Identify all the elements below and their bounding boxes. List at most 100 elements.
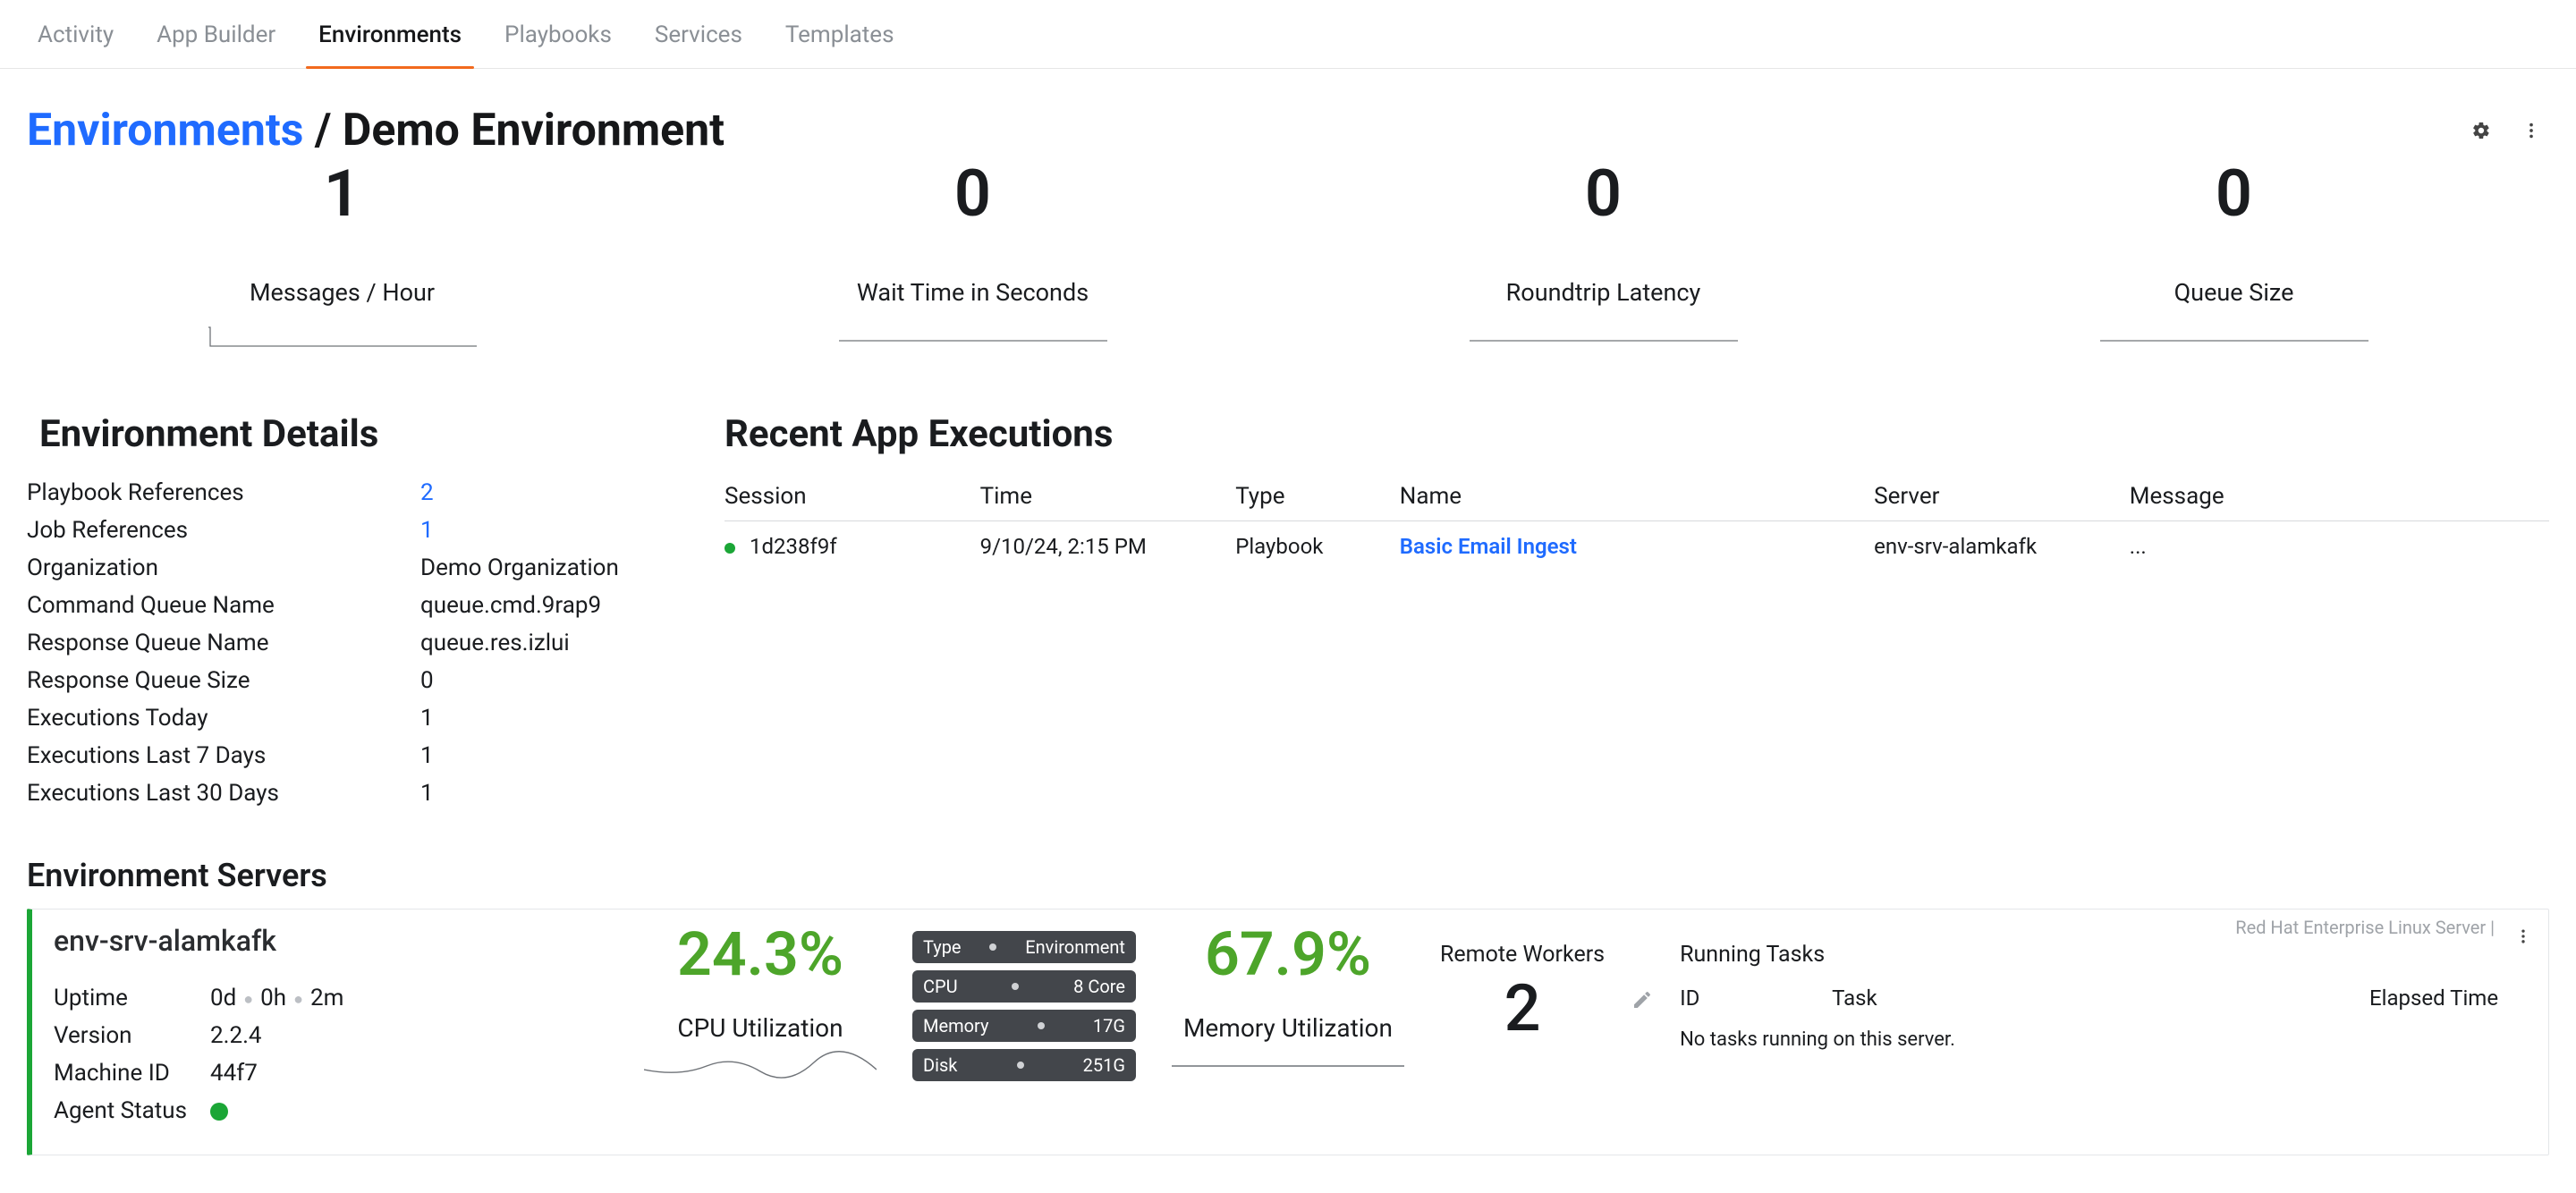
exec-col-header: Message (2130, 474, 2549, 521)
metric-sparkline (1470, 323, 1738, 350)
tab-templates[interactable]: Templates (764, 0, 916, 68)
detail-value: Demo Organization (420, 554, 619, 581)
detail-row: Executions Last 30 Days1 (27, 774, 689, 812)
exec-col-header: Session (724, 474, 980, 521)
metric-sparkline (2100, 323, 2368, 350)
uptime-hours: 0h (260, 985, 286, 1011)
detail-key: Response Queue Size (27, 667, 420, 694)
exec-row[interactable]: 1d238f9f9/10/24, 2:15 PMPlaybookBasic Em… (724, 521, 2549, 560)
detail-key: Job References (27, 517, 420, 544)
exec-server: env-srv-alamkafk (1874, 521, 2130, 560)
pill-dot-icon (1012, 983, 1019, 990)
server-agent-status-value (210, 1097, 228, 1124)
pill-value: 8 Core (1073, 976, 1125, 997)
cpu-utilization-value: 24.3% (644, 924, 877, 1013)
exec-name-link[interactable]: Basic Email Ingest (1400, 521, 1874, 560)
server-uptime-row: Uptime 0d●0h●2m (54, 979, 608, 1017)
tasks-col-elapsed: Elapsed Time (2369, 986, 2530, 1011)
exec-col-header: Time (980, 474, 1236, 521)
metric-value: 1 (27, 162, 657, 226)
environment-details: Environment Details Playbook References2… (27, 412, 689, 812)
recent-executions: Recent App Executions SessionTimeTypeNam… (724, 412, 2549, 812)
detail-key: Executions Last 30 Days (27, 780, 420, 807)
detail-row: Job References1 (27, 512, 689, 549)
exec-col-header: Server (1874, 474, 2130, 521)
metric-label: Queue Size (1919, 278, 2549, 307)
kebab-menu-icon[interactable] (2519, 118, 2544, 143)
pill-value: 251G (1083, 1054, 1125, 1076)
metric-value: 0 (1288, 162, 1919, 226)
detail-key: Organization (27, 554, 420, 581)
server-card: Red Hat Enterprise Linux Server | env-sr… (27, 909, 2549, 1155)
memory-utilization-block: 67.9% Memory Utilization (1172, 924, 1404, 1084)
env-details-title: Environment Details (27, 412, 689, 456)
tab-environments[interactable]: Environments (297, 0, 483, 68)
cpu-utilization-label: CPU Utilization (644, 1013, 877, 1050)
server-machineid-label: Machine ID (54, 1060, 210, 1087)
pencil-icon[interactable] (1631, 989, 1653, 1011)
server-machineid-row: Machine ID 44f7 (54, 1054, 608, 1092)
pill-label: Disk (923, 1054, 957, 1076)
environment-servers-title: Environment Servers (0, 830, 2576, 909)
breadcrumb: Environments / Demo Environment (27, 105, 724, 157)
server-machineid-value: 44f7 (210, 1060, 258, 1087)
metric-label: Wait Time in Seconds (657, 278, 1288, 307)
running-tasks-block: Running Tasks ID Task Elapsed Time No ta… (1680, 924, 2530, 1051)
breadcrumb-root-link[interactable]: Environments (27, 105, 303, 157)
uptime-mins: 2m (310, 985, 343, 1011)
detail-value[interactable]: 2 (420, 479, 434, 506)
gear-icon[interactable] (2469, 118, 2494, 143)
exec-session: 1d238f9f (724, 521, 980, 560)
metric-label: Messages / Hour (27, 278, 657, 307)
server-name: env-srv-alamkafk (54, 924, 608, 979)
detail-value[interactable]: 1 (420, 517, 434, 544)
pill-label: CPU (923, 976, 958, 997)
metric-sparkline (208, 323, 477, 350)
pill-label: Memory (923, 1015, 988, 1036)
spec-pill-cpu: CPU 8 Core (912, 970, 1136, 1003)
server-uptime-label: Uptime (54, 985, 210, 1011)
spec-pill-disk: Disk 251G (912, 1049, 1136, 1081)
top-tabs: ActivityApp BuilderEnvironmentsPlaybooks… (0, 0, 2576, 69)
tab-playbooks[interactable]: Playbooks (483, 0, 633, 68)
pill-dot-icon (1038, 1022, 1045, 1029)
detail-row: Playbook References2 (27, 474, 689, 512)
memory-utilization-label: Memory Utilization (1172, 1013, 1404, 1050)
metric-value: 0 (657, 162, 1288, 226)
server-info-col: env-srv-alamkafk Uptime 0d●0h●2m Version… (54, 924, 608, 1130)
metric-value: 0 (1919, 162, 2549, 226)
executions-table: SessionTimeTypeNameServerMessage 1d238f9… (724, 474, 2549, 559)
tab-services[interactable]: Services (633, 0, 764, 68)
detail-value: 1 (420, 705, 434, 732)
detail-row: Executions Today1 (27, 699, 689, 737)
metric-queue-size: 0 Queue Size (1919, 162, 2549, 350)
spec-pill-memory: Memory17G (912, 1010, 1136, 1042)
status-dot-icon (210, 1103, 228, 1121)
detail-value: 1 (420, 780, 434, 807)
server-agent-status-row: Agent Status (54, 1092, 608, 1130)
metric-messages-hour: 1 Messages / Hour (27, 162, 657, 350)
detail-key: Response Queue Name (27, 630, 420, 656)
header-actions (2469, 118, 2549, 143)
metric-wait-time-in-seconds: 0 Wait Time in Seconds (657, 162, 1288, 350)
detail-value: queue.cmd.9rap9 (420, 592, 601, 619)
uptime-days: 0d (210, 985, 236, 1011)
metric-sparkline (839, 323, 1107, 350)
tab-app-builder[interactable]: App Builder (135, 0, 297, 68)
server-version-row: Version 2.2.4 (54, 1017, 608, 1054)
exec-type: Playbook (1235, 521, 1400, 560)
detail-row: Command Queue Namequeue.cmd.9rap9 (27, 587, 689, 624)
running-tasks-header: ID Task Elapsed Time (1680, 980, 2530, 1020)
dot-sep: ● (286, 990, 310, 1009)
server-uptime-value: 0d●0h●2m (210, 985, 343, 1011)
exec-col-header: Name (1400, 474, 1874, 521)
remote-workers-label: Remote Workers (1440, 942, 1605, 968)
tab-activity[interactable]: Activity (16, 0, 135, 68)
server-version-label: Version (54, 1022, 210, 1049)
breadcrumb-sep: / (303, 105, 342, 157)
detail-value: queue.res.izlui (420, 630, 570, 656)
page-header: Environments / Demo Environment (0, 69, 2576, 162)
spec-pill-type: TypeEnvironment (912, 931, 1136, 963)
server-version-value: 2.2.4 (210, 1022, 262, 1049)
detail-key: Executions Last 7 Days (27, 742, 420, 769)
